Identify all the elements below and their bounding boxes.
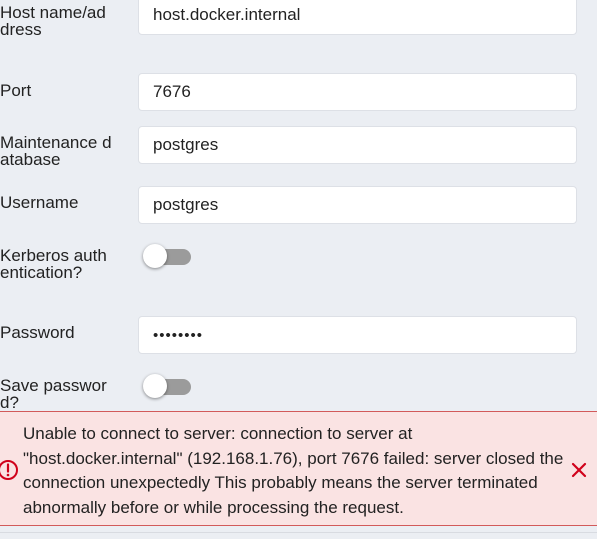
footer-divider (0, 532, 597, 533)
kerberos-toggle[interactable] (141, 243, 193, 269)
close-icon[interactable] (567, 458, 591, 482)
password-input[interactable]: •••••••• (138, 316, 577, 354)
host-value: host.docker.internal (153, 5, 301, 24)
port-input[interactable]: 7676 (138, 73, 577, 111)
password-label: Password (0, 323, 75, 342)
username-label: Username (0, 193, 79, 212)
error-banner: Unable to connect to server: connection … (0, 411, 597, 526)
username-input[interactable]: postgres (138, 186, 577, 224)
kerberos-label: Kerberos authentication? (0, 246, 107, 282)
password-value: •••••••• (153, 326, 204, 344)
port-label: Port (0, 81, 32, 100)
save-password-label: Save password? (0, 376, 107, 412)
username-value: postgres (153, 195, 219, 214)
maintenance-db-label: Maintenance database (0, 133, 112, 169)
port-value: 7676 (153, 82, 191, 101)
save-password-toggle[interactable] (141, 373, 193, 399)
maintenance-db-value: postgres (153, 135, 219, 154)
alert-circle-icon (0, 460, 18, 480)
host-input[interactable]: host.docker.internal (138, 0, 577, 35)
save-password-toggle-knob (143, 374, 167, 398)
host-label: Host name/address (0, 3, 106, 39)
error-message: Unable to connect to server: connection … (23, 424, 564, 517)
maintenance-db-input[interactable]: postgres (138, 126, 577, 164)
kerberos-toggle-knob (143, 244, 167, 268)
